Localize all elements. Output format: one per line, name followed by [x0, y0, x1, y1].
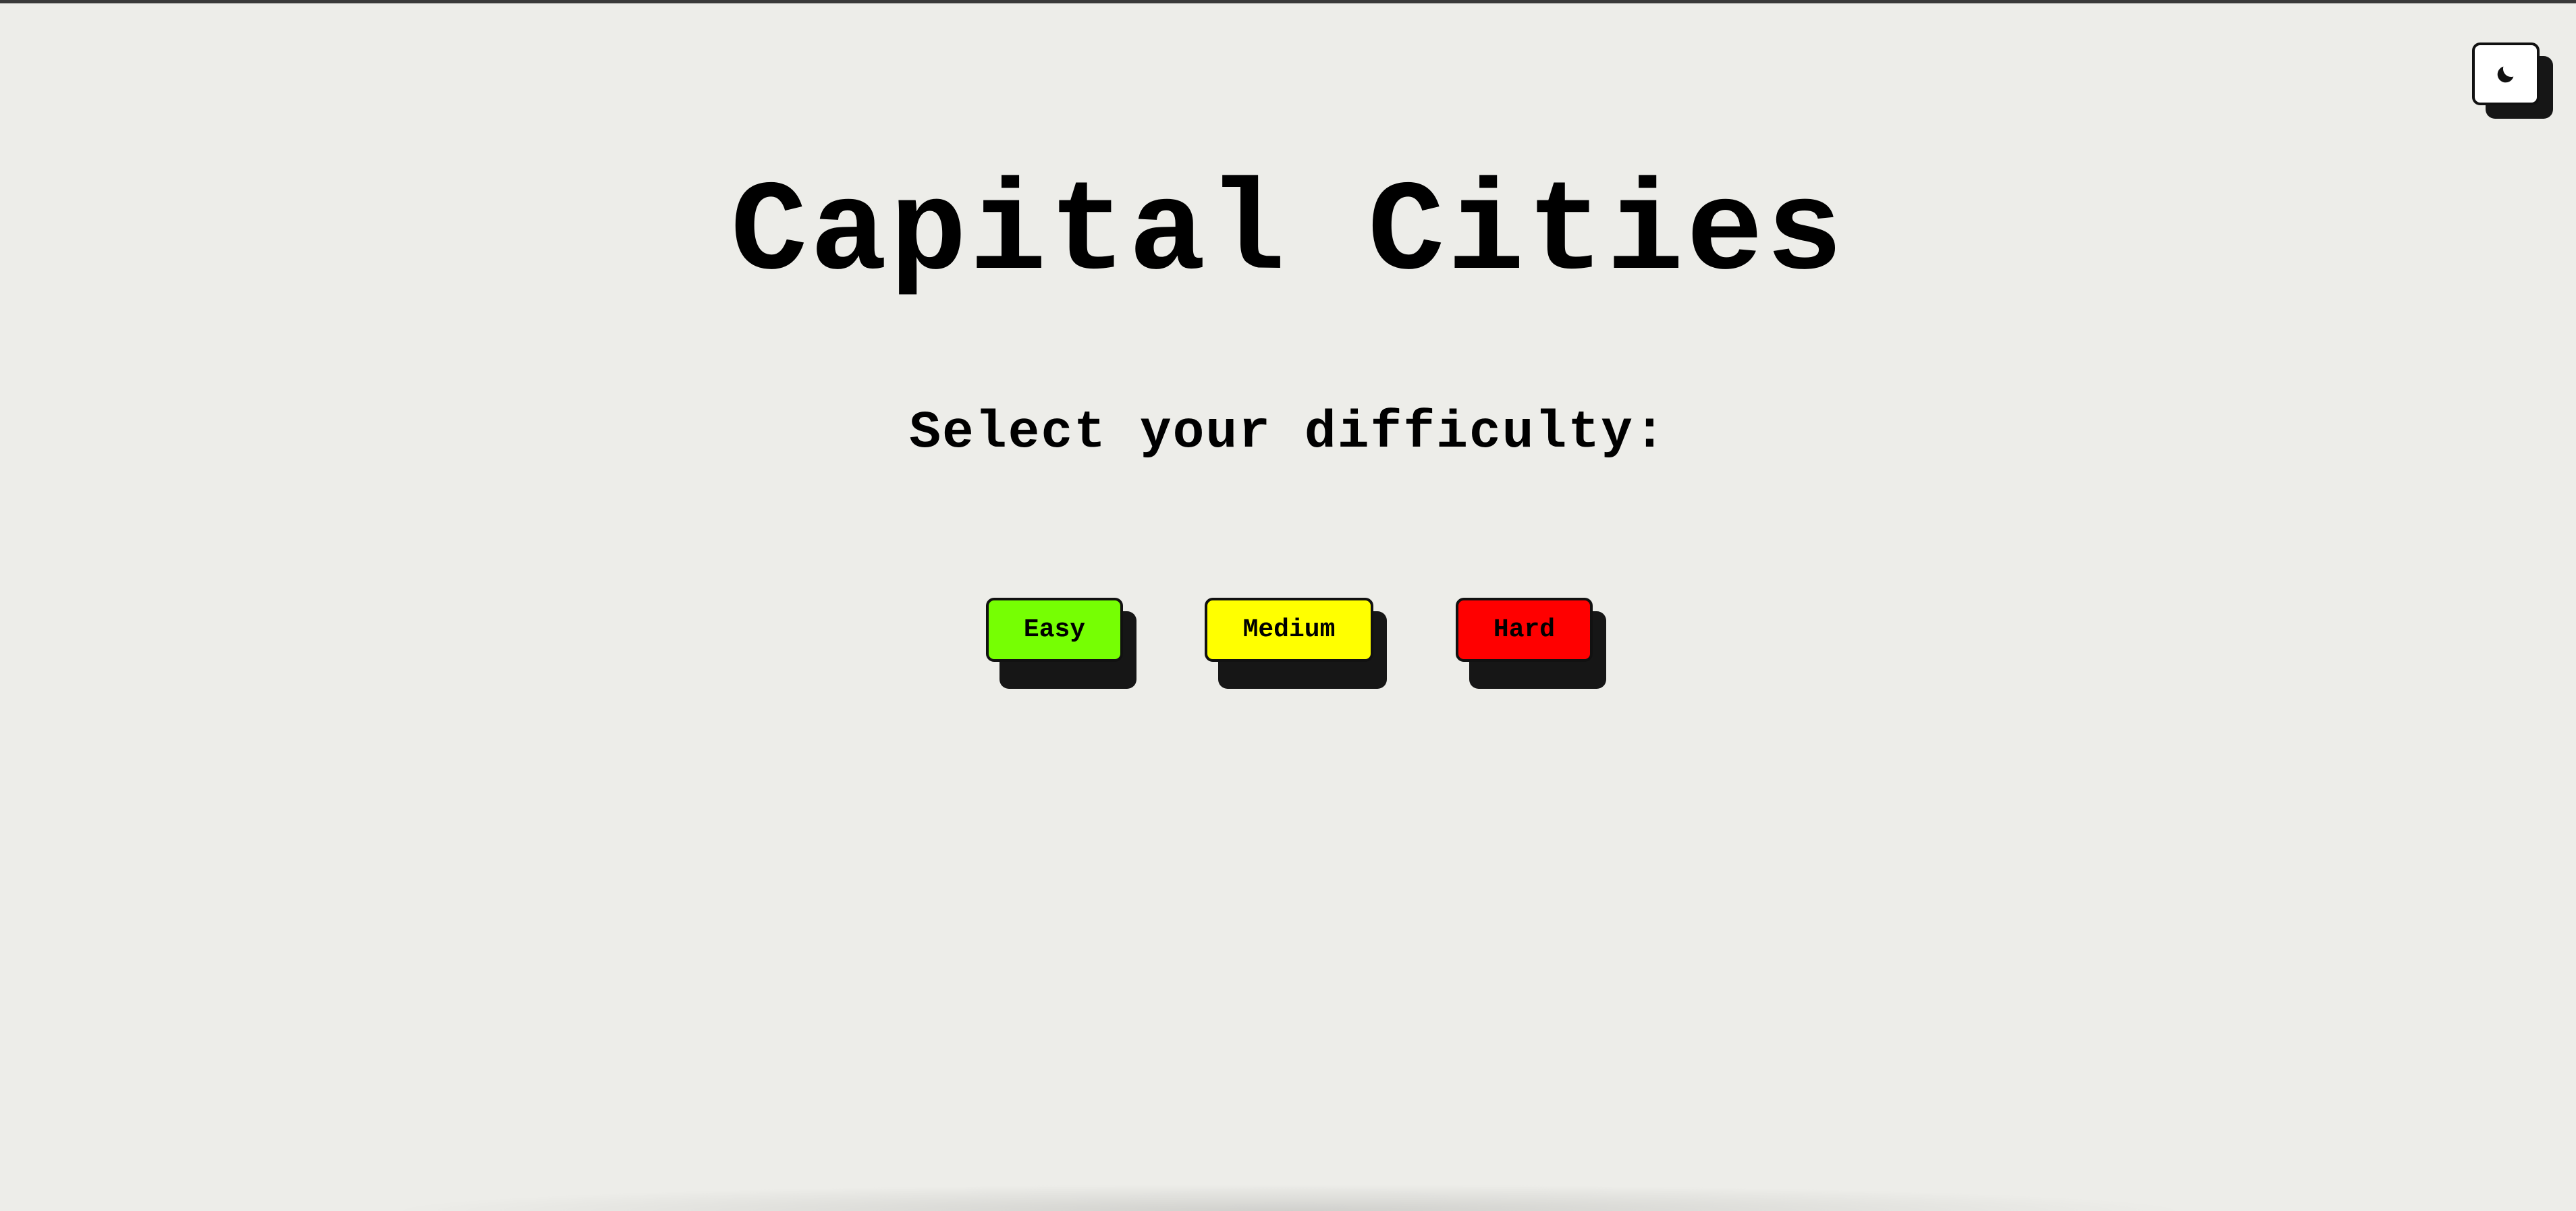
- page-title: Capital Cities: [730, 162, 1846, 307]
- easy-button-container: Easy: [986, 598, 1136, 689]
- moon-icon: [2497, 66, 2514, 82]
- medium-button[interactable]: Medium: [1205, 598, 1373, 662]
- difficulty-prompt: Select your difficulty:: [909, 403, 1667, 463]
- hard-button[interactable]: Hard: [1456, 598, 1593, 662]
- theme-toggle-button[interactable]: [2472, 43, 2540, 105]
- theme-toggle-container: [2472, 43, 2553, 119]
- hard-button-container: Hard: [1456, 598, 1606, 689]
- easy-button[interactable]: Easy: [986, 598, 1123, 662]
- window-top-border: [0, 0, 2576, 3]
- bottom-panel-shadow: [378, 1184, 2200, 1211]
- medium-button-container: Medium: [1205, 598, 1387, 689]
